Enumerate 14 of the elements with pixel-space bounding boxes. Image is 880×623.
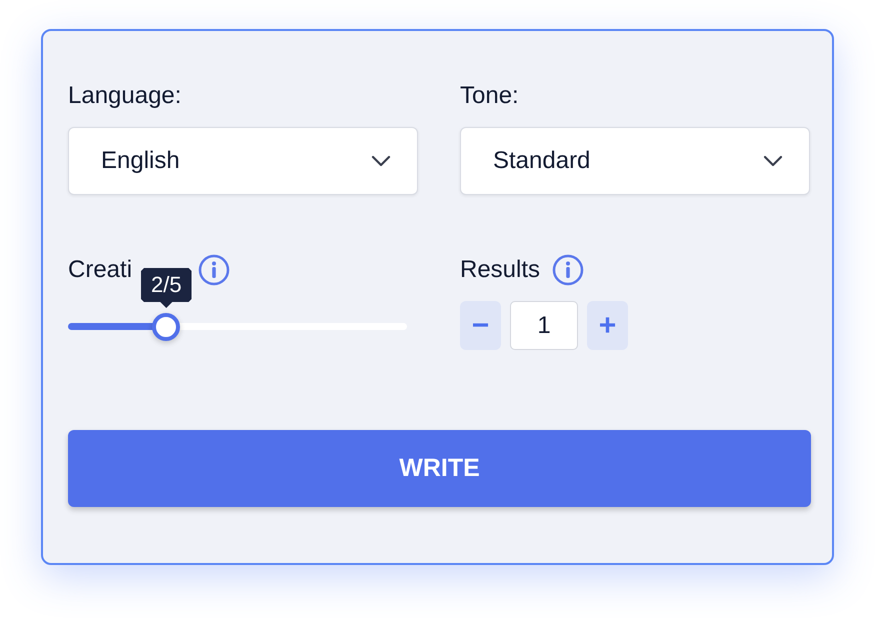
slider-tooltip: 2/5 — [141, 268, 192, 308]
field-label: Tone: — [460, 81, 520, 111]
results-label: Results — [460, 255, 540, 285]
info-icon[interactable] — [552, 254, 584, 286]
write-button[interactable]: WRITE — [68, 430, 811, 507]
dropdown[interactable]: English — [68, 127, 418, 195]
slider-label: Creati — [68, 255, 132, 285]
info-icon[interactable] — [198, 254, 230, 286]
field-label: Language: — [68, 81, 182, 111]
dropdown[interactable]: Standard — [460, 127, 810, 195]
slider-thumb[interactable] — [152, 312, 180, 340]
chevron-down-icon — [371, 155, 391, 167]
results-field[interactable]: 1 — [510, 301, 578, 350]
chevron-down-icon — [763, 155, 783, 167]
